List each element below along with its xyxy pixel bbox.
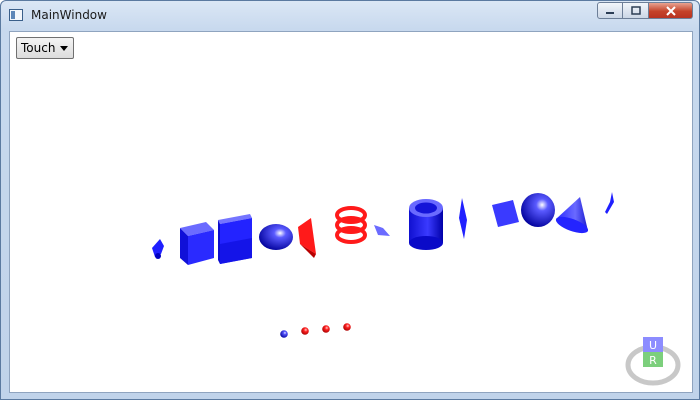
shape-ellipsoid[interactable] [259,224,293,250]
window-app-icon [9,9,23,21]
shape-box-1[interactable] [180,222,214,265]
maximize-button[interactable] [623,2,649,19]
shape-cylinder[interactable] [409,199,443,250]
scene-canvas: U R [152,192,681,386]
view-cube-front-label: R [649,354,657,367]
shape-flat-shard[interactable] [374,225,390,236]
shape-small-blob[interactable] [152,239,164,259]
shape-sphere[interactable] [521,193,555,227]
viewport-3d[interactable]: Touch U R [9,31,693,393]
window-controls [597,2,693,20]
view-cube[interactable]: U R [625,337,681,386]
window-title: MainWindow [31,8,107,22]
small-sphere-red-3[interactable] [343,323,351,331]
small-sphere-red-1[interactable] [301,327,309,335]
small-sphere-blue[interactable] [280,330,288,338]
view-cube-top-label: U [649,339,657,352]
close-button[interactable] [649,2,693,19]
minimize-icon [606,11,614,14]
shape-sliver[interactable] [605,192,614,214]
title-bar[interactable]: MainWindow [1,1,699,30]
minimize-button[interactable] [597,2,623,19]
small-sphere-red-2[interactable] [322,325,330,333]
shape-thin-diamond[interactable] [459,198,467,239]
maximize-icon [630,6,641,15]
shape-cone[interactable] [554,197,590,236]
close-icon [665,5,676,16]
shape-red-torus[interactable] [335,206,367,244]
main-window: MainWindow Touch U R [0,0,700,400]
shape-box-2[interactable] [218,214,252,264]
shape-square-plate[interactable] [492,200,519,227]
